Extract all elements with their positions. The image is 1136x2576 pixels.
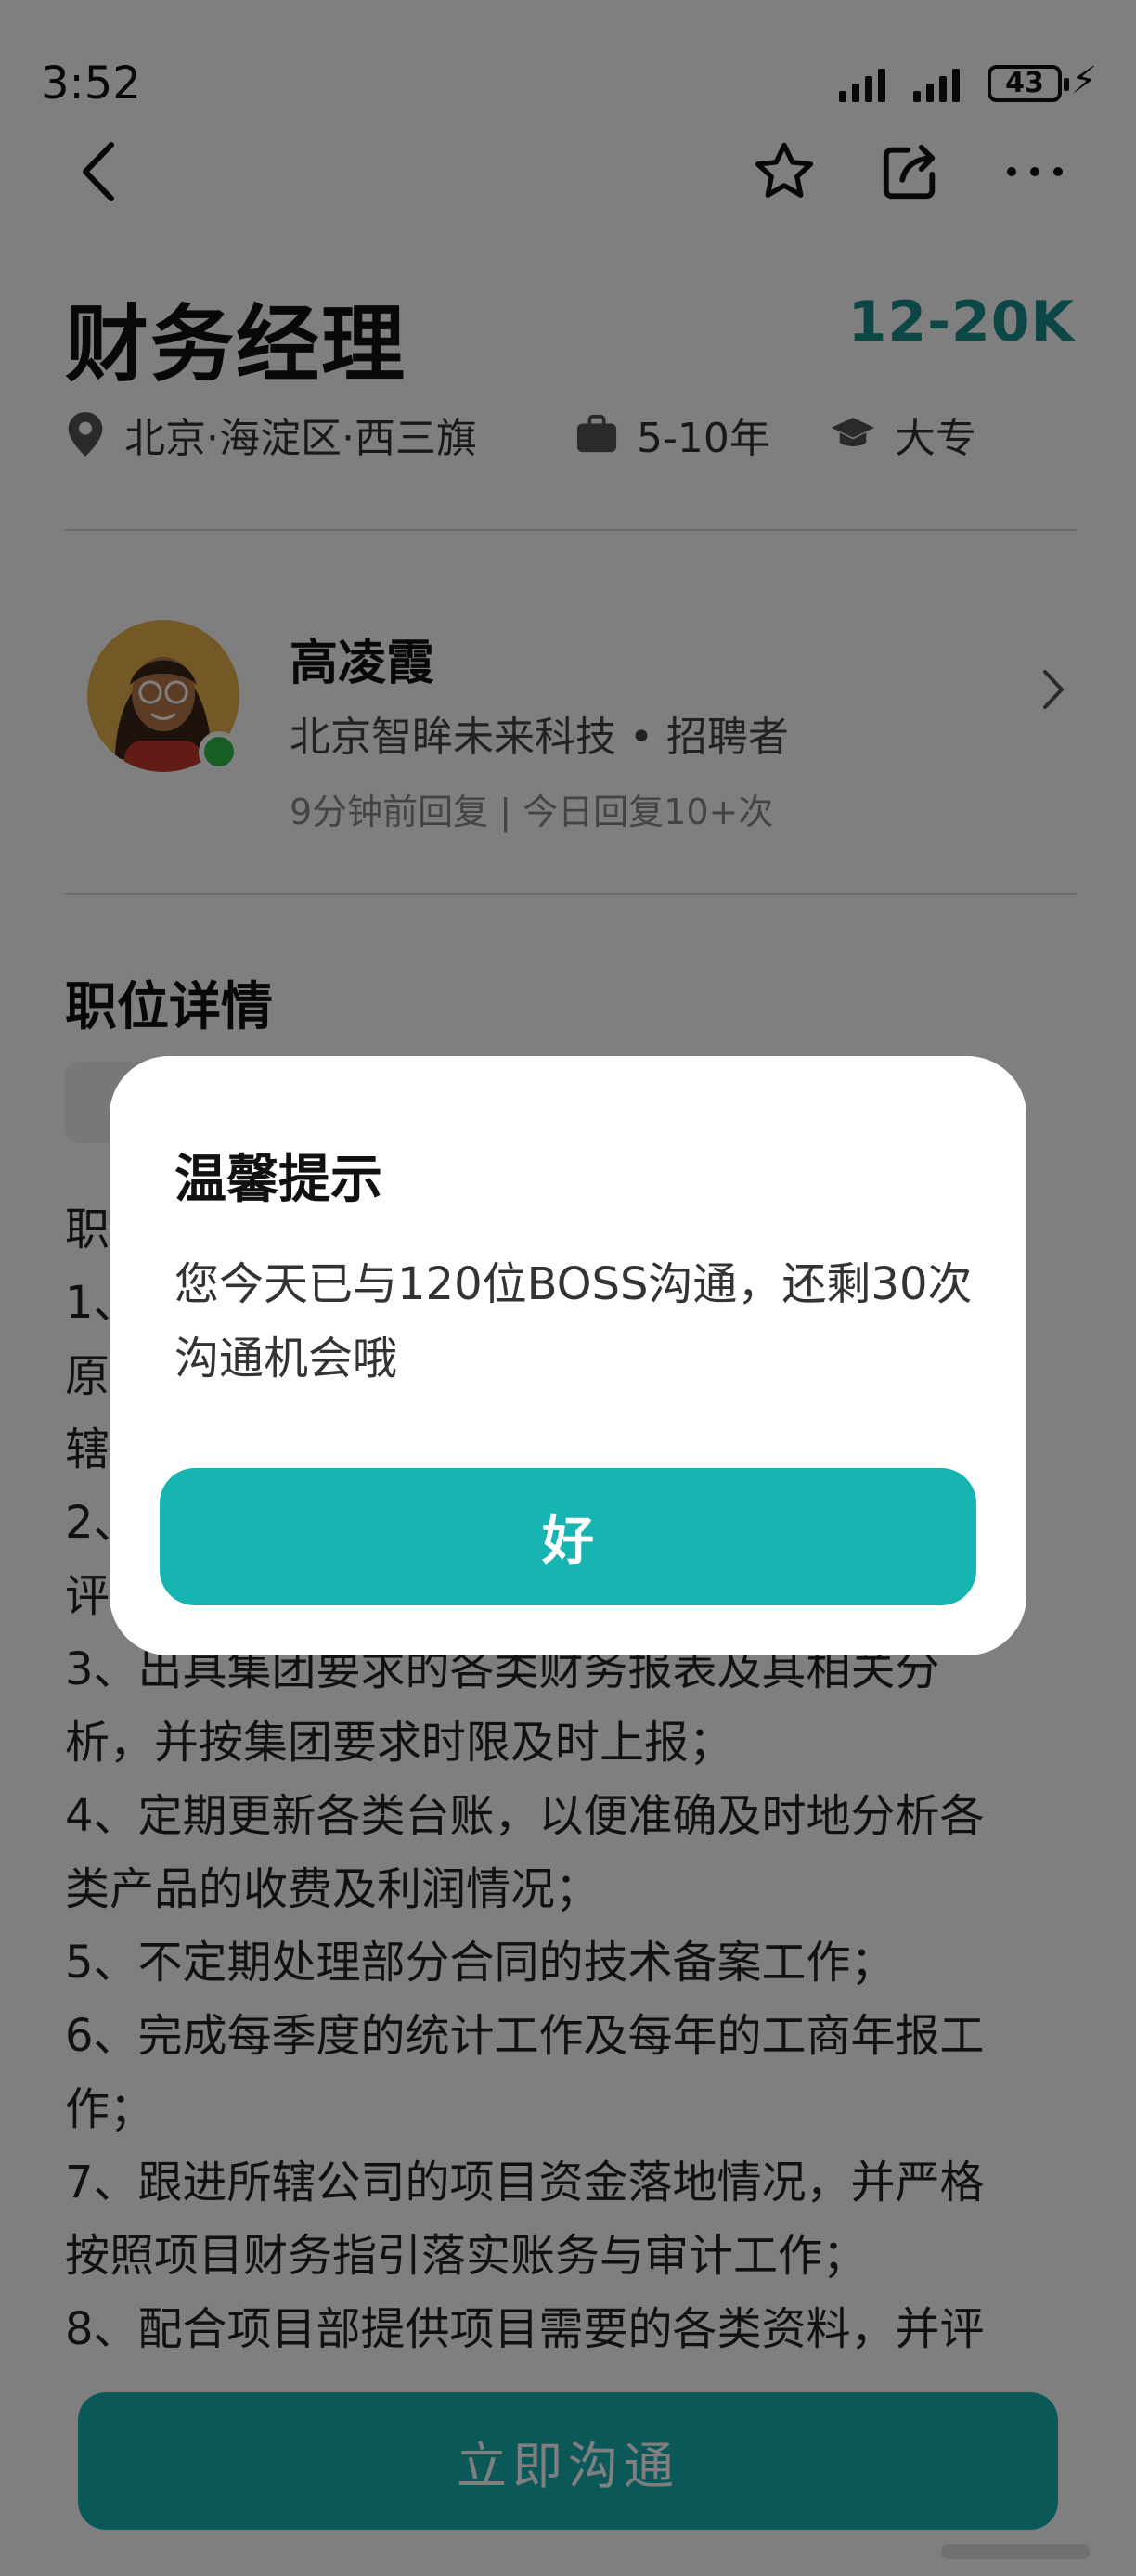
dialog-message: 您今天已与120位BOSS沟通，还剩30次沟通机会哦 bbox=[174, 1258, 973, 1385]
dialog-title: 温馨提示 bbox=[174, 1150, 382, 1210]
dialog-ok-button[interactable]: 好 bbox=[160, 1468, 976, 1605]
notice-dialog: 温馨提示 您今天已与120位BOSS沟通，还剩30次沟通机会哦 好 bbox=[110, 1056, 1026, 1655]
job-detail-page: 3:52 43 ⚡ 财务经理 12-20K 北京·海淀区·西三旗 5-10年 大… bbox=[0, 0, 1136, 2576]
